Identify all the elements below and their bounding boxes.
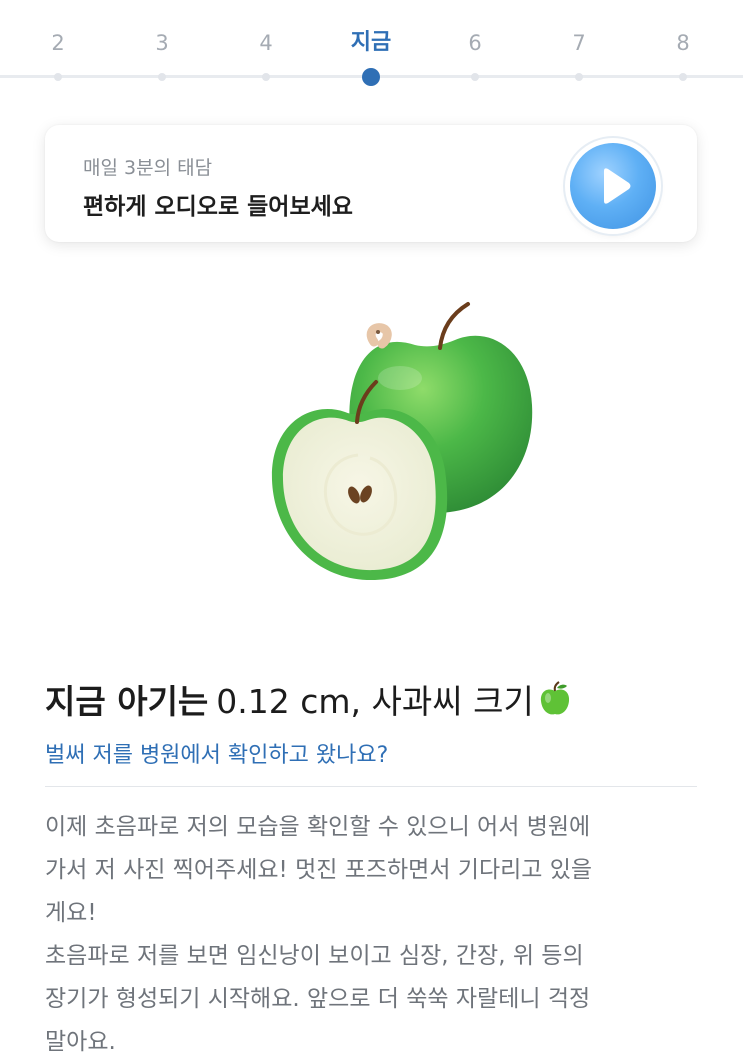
week-tab-2[interactable]: 2 [23, 28, 93, 81]
baby-size-text: 0.12 cm, 사과씨 크기 [216, 682, 534, 721]
description-line: 장기가 형성되기 시작해요. 앞으로 더 쑥쑥 자랄테니 걱정 [45, 986, 591, 1012]
week-label: 7 [572, 31, 586, 55]
week-tab-6[interactable]: 6 [440, 28, 510, 81]
divider [45, 786, 697, 787]
week-tab-8[interactable]: 8 [648, 28, 718, 81]
green-apple-illustration [250, 290, 550, 600]
audio-card[interactable]: 매일 3분의 태담 편하게 오디오로 들어보세요 [45, 125, 697, 242]
headline-label: 지금 아기는 [45, 682, 209, 721]
week-dot [575, 73, 583, 81]
description-line: 가서 저 사진 찍어주세요! 멋진 포즈하면서 기다리고 있을 [45, 857, 593, 883]
green-apple-icon [538, 681, 572, 725]
baby-size-headline: 지금 아기는 0.12 cm, 사과씨 크기 [45, 675, 572, 725]
week-dot [54, 73, 62, 81]
audio-subtitle: 매일 3분의 태담 [83, 157, 213, 179]
week-label: 2 [51, 31, 65, 55]
week-tab-7[interactable]: 7 [544, 28, 614, 81]
week-dot [158, 73, 166, 81]
week-selector: 2 3 4 지금 6 7 8 [0, 0, 743, 95]
week-dot [262, 73, 270, 81]
week-label: 3 [155, 31, 169, 55]
audio-title: 편하게 오디오로 들어보세요 [83, 194, 353, 220]
week-label-current: 지금 [350, 30, 392, 55]
description-text: 이제 초음파로 저의 모습을 확인할 수 있으니 어서 병원에 가서 저 사진 … [45, 806, 705, 1058]
week-dot [471, 73, 479, 81]
play-button[interactable] [570, 143, 656, 229]
description-line: 이제 초음파로 저의 모습을 확인할 수 있으니 어서 병원에 [45, 814, 591, 840]
week-dot [679, 73, 687, 81]
week-tab-3[interactable]: 3 [127, 28, 197, 81]
current-week-dot [362, 68, 380, 86]
week-label: 4 [259, 31, 273, 55]
week-tab-4[interactable]: 4 [231, 28, 301, 81]
description-line: 게요! [45, 900, 97, 926]
description-line: 말아요. [45, 1029, 116, 1055]
week-label: 8 [676, 31, 690, 55]
hospital-visit-question: 벌써 저를 병원에서 확인하고 왔나요? [45, 743, 389, 768]
week-label: 6 [468, 31, 482, 55]
week-tab-current[interactable]: 지금 [336, 28, 406, 86]
description-line: 초음파로 저를 보면 임신낭이 보이고 심장, 간장, 위 등의 [45, 943, 584, 969]
play-icon [604, 168, 631, 204]
